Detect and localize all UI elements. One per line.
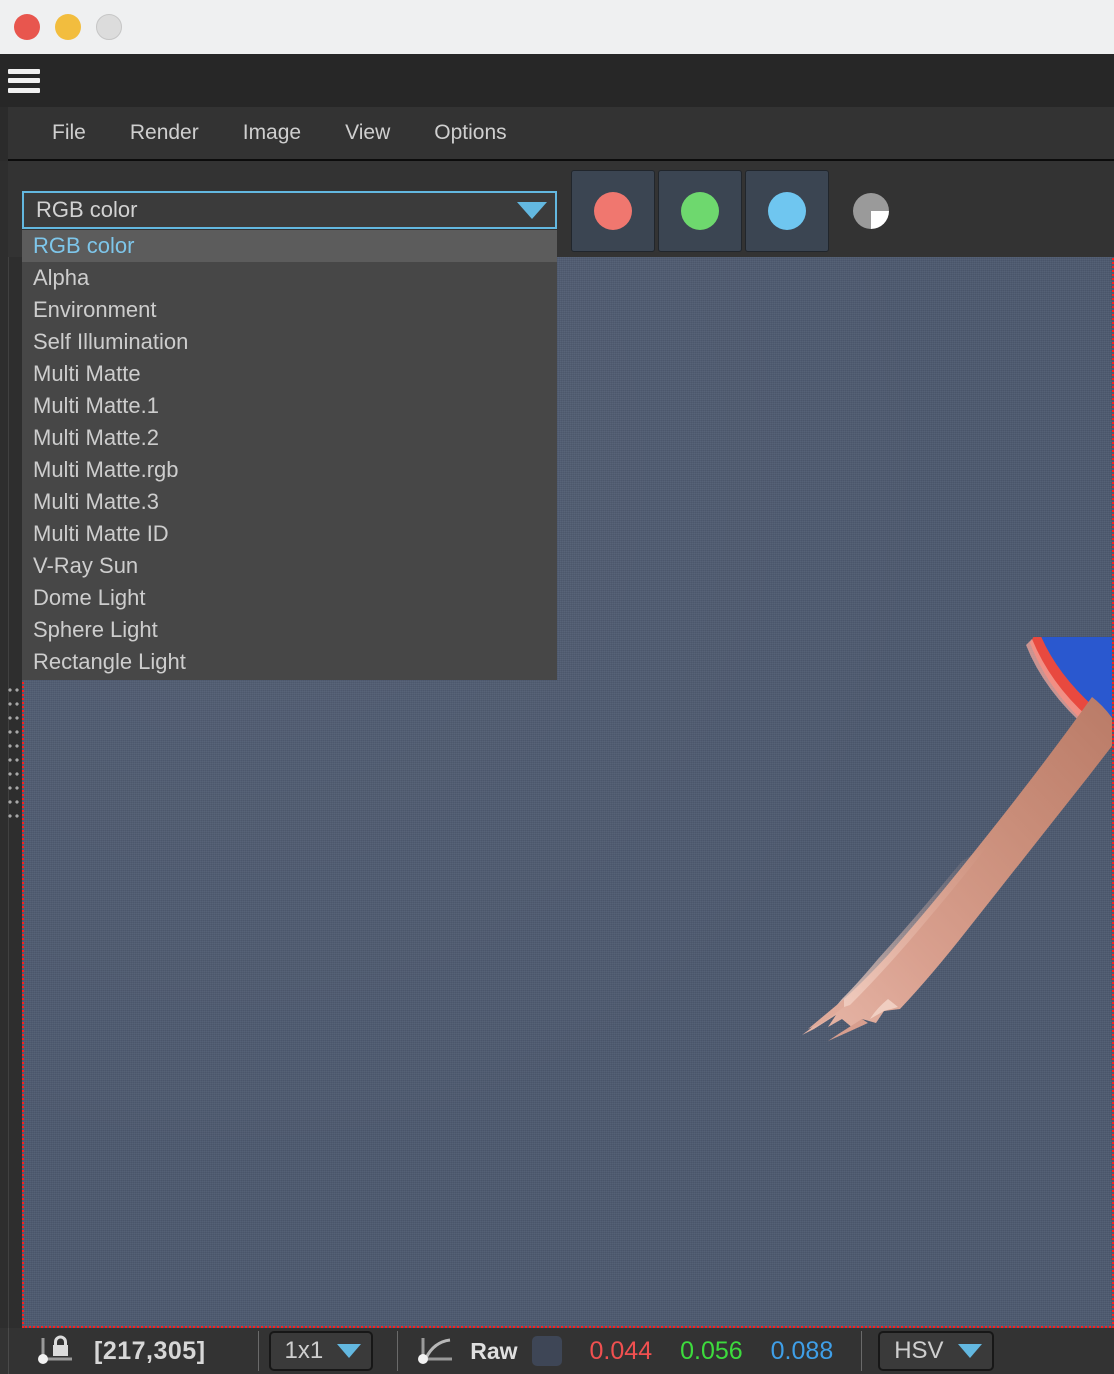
gamma-curve-icon[interactable] <box>414 1334 456 1368</box>
divider-3 <box>861 1331 863 1371</box>
menu-item-image[interactable]: Image <box>221 117 323 149</box>
sampled-green-value: 0.056 <box>680 1336 743 1365</box>
red-circle-icon <box>594 192 632 230</box>
red-channel-button[interactable] <box>571 170 655 252</box>
sample-mode-label: Raw <box>470 1337 518 1364</box>
sampled-red-value: 0.044 <box>589 1336 653 1365</box>
dropdown-option-multi-matte-rgb[interactable]: Multi Matte.rgb <box>22 454 557 486</box>
chevron-down-icon[interactable] <box>337 1344 362 1358</box>
dropdown-option-v-ray-sun[interactable]: V-Ray Sun <box>22 550 557 582</box>
menu-item-view[interactable]: View <box>323 117 412 149</box>
dropdown-option-self-illumination[interactable]: Self Illumination <box>22 326 557 358</box>
statusbar: [217,305] 1x1 Raw 0.044 0.056 0.088 HSV <box>0 1328 1114 1374</box>
divider-2 <box>397 1331 399 1371</box>
sampled-color-swatch <box>531 1336 562 1366</box>
zoom-button[interactable] <box>96 14 122 40</box>
close-button[interactable] <box>14 14 40 40</box>
menu-item-file[interactable]: File <box>30 117 108 149</box>
dropdown-option-dome-light[interactable]: Dome Light <box>22 582 557 614</box>
menubar: File Render Image View Options <box>0 107 1114 161</box>
alpha-channel-button[interactable] <box>829 170 913 252</box>
pixel-coordinates: [217,305] <box>94 1336 206 1365</box>
channel-select-value: RGB color <box>36 197 138 222</box>
blue-channel-button[interactable] <box>745 170 829 252</box>
menu-item-render[interactable]: Render <box>108 117 221 149</box>
hamburger-icon[interactable] <box>8 68 40 93</box>
dropdown-option-rgb-color[interactable]: RGB color <box>22 230 557 262</box>
pixel-lock-icon[interactable] <box>34 1334 76 1368</box>
sampled-blue-value: 0.088 <box>770 1336 834 1365</box>
dropdown-option-alpha[interactable]: Alpha <box>22 262 557 294</box>
chevron-down-icon[interactable] <box>517 201 547 219</box>
blue-circle-icon <box>768 192 806 230</box>
menu-item-options[interactable]: Options <box>412 117 528 149</box>
render-subject-arm <box>802 637 1112 1041</box>
app-toolbar-strip <box>0 54 1114 107</box>
dropdown-option-multi-matte[interactable]: Multi Matte <box>22 358 557 390</box>
minimize-button[interactable] <box>55 14 81 40</box>
dropdown-option-multi-matte-3[interactable]: Multi Matte.3 <box>22 486 557 518</box>
green-circle-icon <box>681 192 719 230</box>
channel-button-group <box>571 170 829 252</box>
chevron-down-icon[interactable] <box>957 1344 982 1358</box>
color-space-value: HSV <box>894 1337 944 1364</box>
channel-select-dropdown[interactable]: RGB color Alpha Environment Self Illumin… <box>22 230 557 680</box>
checker-circle-icon <box>853 193 889 229</box>
dropdown-option-sphere-light[interactable]: Sphere Light <box>22 614 557 646</box>
window-titlebar <box>0 0 1114 54</box>
dropdown-option-rectangle-light[interactable]: Rectangle Light <box>22 646 557 678</box>
sample-size-value: 1x1 <box>284 1337 324 1364</box>
dropdown-option-multi-matte-1[interactable]: Multi Matte.1 <box>22 390 557 422</box>
sample-size-select[interactable]: 1x1 <box>268 1331 374 1371</box>
dropdown-option-multi-matte-2[interactable]: Multi Matte.2 <box>22 422 557 454</box>
divider-1 <box>257 1331 259 1371</box>
dropdown-option-multi-matte-id[interactable]: Multi Matte ID <box>22 518 557 550</box>
channel-select-wrapper: RGB color <box>22 191 557 229</box>
green-channel-button[interactable] <box>658 170 742 252</box>
panel-drag-handle[interactable] <box>0 680 20 820</box>
channel-select[interactable]: RGB color <box>22 191 557 229</box>
color-space-select[interactable]: HSV <box>878 1331 994 1371</box>
dropdown-option-environment[interactable]: Environment <box>22 294 557 326</box>
